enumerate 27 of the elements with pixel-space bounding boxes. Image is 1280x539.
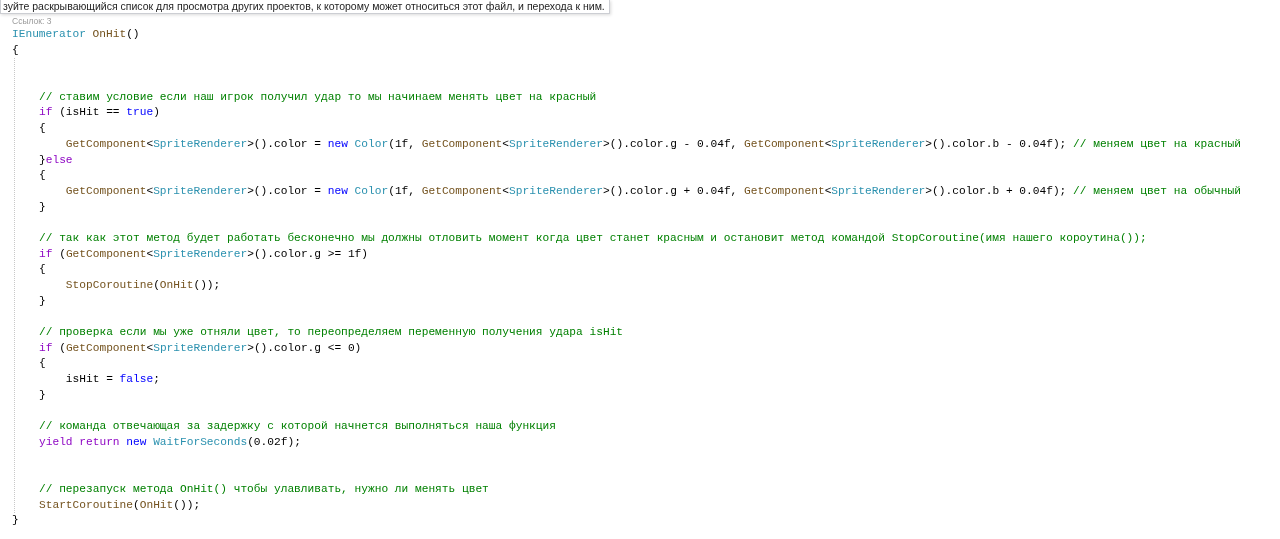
code-line: {: [39, 263, 46, 276]
code-line: {: [39, 357, 46, 370]
code-line: {: [39, 122, 46, 135]
code-line: {: [39, 169, 46, 182]
code-line: isHit = false;: [65, 373, 160, 386]
code-line: StartCoroutine(OnHit());: [39, 498, 201, 511]
code-line: // перезапуск метода OnHit() чтобы улавливать, нужно ли менять цвет: [39, 482, 489, 495]
code-line: if (GetComponent<SpriteRenderer>().color.g >= 1f): [39, 247, 369, 260]
code-line: StopCoroutine(OnHit());: [65, 279, 221, 291]
code-line: }: [39, 200, 46, 213]
code-line: // проверка если мы уже отняли цвет, то переопределяем переменную получения удара isHit: [39, 326, 624, 339]
code-line: GetComponent<SpriteRenderer>().color = new Color(1f, GetComponent<SpriteRenderer>().color.g - 0.04f, GetComponent<SpriteRenderer>().color.b - 0.04f); // меняем цвет на красный: [65, 137, 1241, 150]
code-line: }else: [39, 153, 73, 166]
references-link[interactable]: Ссылок: 3: [12, 15, 52, 26]
code-line: }: [12, 514, 19, 527]
code-line: IEnumerator OnHit(): [12, 28, 140, 40]
tooltip: зуйте раскрывающийся список для просмотра других проектов, к которому может относиться этот файл, и перехода к ним.: [0, 0, 610, 14]
code-line: // так как этот метод будет работать бесконечно мы должны отловить момент когда цвет станет красным и остановит метод командой StopCoroutine(имя нашего короутина());: [39, 231, 1147, 244]
code-line: GetComponent<SpriteRenderer>().color = new Color(1f, GetComponent<SpriteRenderer>().color.g + 0.04f, GetComponent<SpriteRenderer>().color.b + 0.04f); // меняем цвет на обычный: [65, 184, 1241, 197]
code-line: if (isHit == true): [39, 106, 160, 119]
code-line: }: [39, 294, 46, 307]
code-line: // ставим условие если наш игрок получил удар то мы начинаем менять цвет на красный: [39, 90, 597, 103]
code-line: // команда отвечающая за задержку с которой начнется выполняться наша функция: [39, 420, 556, 433]
code-line: yield return new WaitForSeconds(0.02f);: [39, 435, 301, 448]
code-line: if (GetComponent<SpriteRenderer>().color.g <= 0): [39, 341, 362, 354]
code-line: {: [12, 43, 19, 56]
code-line: }: [39, 388, 46, 401]
